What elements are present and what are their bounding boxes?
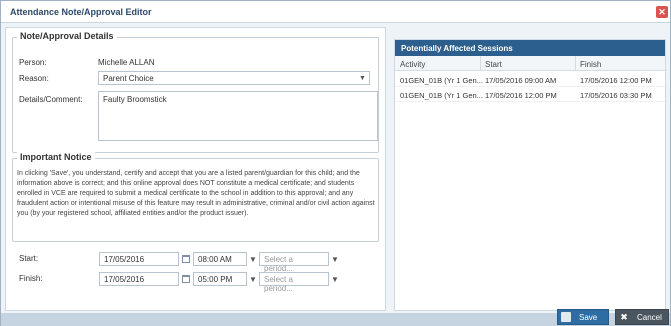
cancel-button[interactable]: ✖ Cancel — [615, 309, 669, 325]
reason-value: Parent Choice — [103, 74, 154, 83]
chevron-down-icon[interactable]: ▼ — [356, 72, 369, 84]
reason-label: Reason: — [19, 74, 49, 83]
table-cell: 01GEN_01B (Yr 1 Gen... — [400, 91, 483, 100]
notice-legend: Important Notice — [17, 152, 95, 162]
calendar-icon[interactable] — [180, 272, 192, 286]
table-cell: 17/05/2016 03:30 PM — [580, 91, 652, 100]
start-period-select[interactable]: Select a period... — [259, 252, 329, 273]
sessions-title: Potentially Affected Sessions — [395, 40, 665, 56]
start-label: Start: — [19, 254, 39, 263]
sessions-grid-header: Activity Start Finish — [395, 56, 665, 71]
chevron-down-icon[interactable]: ▼ — [330, 272, 340, 286]
reason-select[interactable]: Parent Choice ▼ — [98, 71, 370, 85]
attendance-editor-dialog: Attendance Note/Approval Editor ✕ Note/A… — [0, 0, 671, 326]
column-header[interactable]: Finish — [580, 60, 601, 69]
person-label: Person: — [19, 58, 47, 67]
chevron-down-icon[interactable]: ▼ — [248, 252, 258, 266]
table-cell: 01GEN_01B (Yr 1 Gen... — [400, 76, 483, 85]
table-cell: 17/05/2016 12:00 PM — [485, 91, 557, 100]
finish-period-select[interactable]: Select a period... — [259, 272, 329, 293]
calendar-icon[interactable] — [180, 252, 192, 266]
start-date-input[interactable]: 17/05/2016 — [99, 252, 179, 266]
save-label: Save — [579, 312, 598, 322]
left-pane: Note/Approval Details Person: Michelle A… — [5, 27, 386, 311]
start-time-input[interactable]: 08:00 AM — [193, 252, 247, 266]
person-value: Michelle ALLAN — [98, 58, 155, 67]
column-header[interactable]: Activity — [400, 60, 425, 69]
finish-time-input[interactable]: 05:00 PM — [193, 272, 247, 286]
comment-textarea[interactable]: Faulty Broomstick — [98, 91, 378, 141]
save-icon — [561, 312, 571, 322]
affected-sessions-panel: Potentially Affected Sessions Activity S… — [394, 39, 666, 311]
dialog-titlebar: Attendance Note/Approval Editor ✕ — [1, 1, 670, 23]
table-row[interactable]: 01GEN_01B (Yr 1 Gen... 17/05/2016 09:00 … — [395, 72, 665, 87]
notice-text: In clicking 'Save', you understand, cert… — [17, 170, 375, 217]
chevron-down-icon[interactable]: ▼ — [330, 252, 340, 266]
close-icon[interactable]: ✕ — [656, 6, 668, 18]
details-legend: Note/Approval Details — [17, 31, 117, 41]
table-cell: 17/05/2016 09:00 AM — [485, 76, 557, 85]
comment-value: Faulty Broomstick — [103, 95, 167, 104]
finish-label: Finish: — [19, 274, 43, 283]
table-row[interactable]: 01GEN_01B (Yr 1 Gen... 17/05/2016 12:00 … — [395, 87, 665, 102]
chevron-down-icon[interactable]: ▼ — [248, 272, 258, 286]
cancel-icon: ✖ — [620, 312, 628, 322]
column-header[interactable]: Start — [485, 60, 502, 69]
save-button[interactable]: Save — [557, 309, 609, 325]
comment-label: Details/Comment: — [19, 95, 83, 104]
cancel-label: Cancel — [637, 312, 662, 322]
finish-date-input[interactable]: 17/05/2016 — [99, 272, 179, 286]
table-cell: 17/05/2016 12:00 PM — [580, 76, 652, 85]
dialog-title: Attendance Note/Approval Editor — [10, 7, 152, 17]
